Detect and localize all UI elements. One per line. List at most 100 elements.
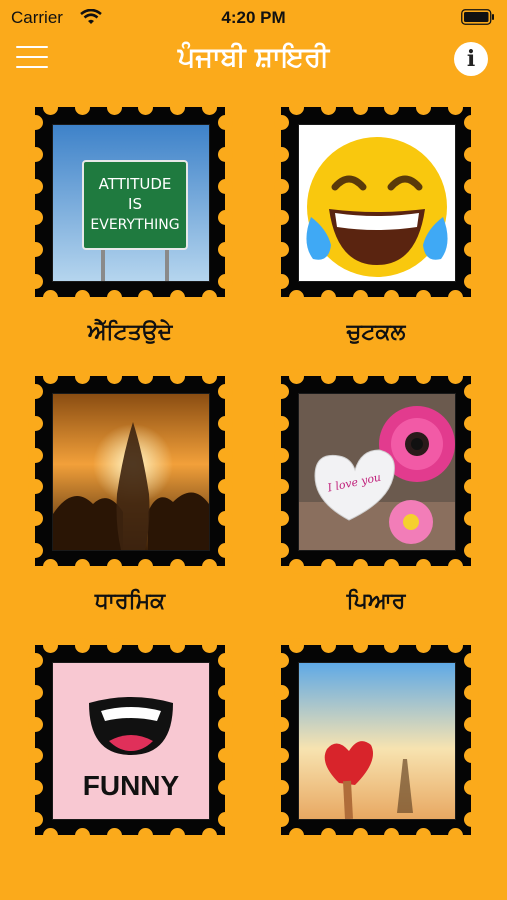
stamp-perforation (106, 558, 122, 574)
stamp-perforation (43, 289, 59, 305)
stamp-perforation (170, 368, 185, 384)
stamp-perforation (463, 780, 479, 795)
stamp-perforation (27, 210, 43, 226)
stamp-perforation (463, 811, 479, 827)
stamp-perforation (27, 542, 43, 558)
stamp-perforation (447, 289, 463, 305)
stamp-perforation (384, 368, 400, 384)
stamp-perforation (273, 685, 289, 700)
stamp-perforation (273, 511, 289, 526)
stamp-perforation (217, 542, 233, 558)
stamp-perforation (27, 811, 43, 827)
stamp-perforation (273, 273, 289, 289)
praying-hands-image (52, 393, 210, 551)
stamp-perforation (201, 827, 217, 843)
stamp-perforation (217, 178, 233, 194)
stamp-frame: I love you (273, 368, 479, 574)
stamp-perforation (352, 99, 368, 115)
stamp-perforation (273, 178, 289, 194)
stamp-perforation (384, 99, 400, 115)
stamp-perforation (463, 210, 479, 226)
status-bar: Carrier 4:20 PM (0, 0, 507, 36)
stamp-perforation (416, 637, 431, 653)
stamp-perforation (273, 542, 289, 558)
stamp-perforation (416, 827, 431, 843)
stamp-perforation (138, 289, 154, 305)
stamp-perforation (352, 827, 368, 843)
funny-text: FUNNY (83, 770, 180, 801)
stamp-perforation (447, 368, 463, 384)
stamp-perforation (217, 479, 233, 495)
stamp-perforation (463, 115, 479, 131)
stamp-frame: FUNNY (27, 637, 233, 843)
stamp-perforation (463, 685, 479, 700)
stamp-perforation (201, 99, 217, 115)
stamp-perforation (27, 780, 43, 795)
stamp-perforation (463, 447, 479, 463)
stamp-perforation (447, 827, 463, 843)
stamp-perforation (106, 827, 122, 843)
stamp-perforation (138, 368, 154, 384)
stamp-perforation (217, 811, 233, 827)
love-heart-flowers-image: I love you (298, 393, 456, 551)
stamp-perforation (138, 99, 154, 115)
stamp-perforation (321, 368, 336, 384)
stamp-perforation (273, 479, 289, 495)
stamp-perforation (463, 273, 479, 289)
stamp-perforation (273, 147, 289, 162)
stamp-perforation (289, 368, 305, 384)
category-label: ਧਾਰਮਿਕ (94, 589, 166, 614)
stamp-perforation (43, 637, 59, 653)
stamp-perforation (384, 827, 400, 843)
stamp-perforation (273, 384, 289, 400)
stamp-perforation (27, 115, 43, 131)
info-button[interactable]: i (454, 42, 488, 76)
stamp-perforation (447, 637, 463, 653)
stamp-perforation (75, 637, 90, 653)
sign-line-1: ATTITUDE (99, 175, 172, 193)
stamp-perforation (463, 242, 479, 257)
stamp-perforation (106, 368, 122, 384)
stamp-perforation (201, 558, 217, 574)
stamp-perforation (27, 447, 43, 463)
stamp-perforation (463, 147, 479, 162)
stamp-perforation (289, 99, 305, 115)
stamp-perforation (27, 242, 43, 257)
stamp-perforation (201, 368, 217, 384)
stamp-perforation (170, 99, 185, 115)
stamp-perforation (75, 368, 90, 384)
stamp-perforation (217, 780, 233, 795)
stamp-perforation (43, 368, 59, 384)
battery-icon (461, 9, 494, 25)
stamp-perforation (217, 115, 233, 131)
stamp-perforation (201, 289, 217, 305)
stamp-perforation (217, 716, 233, 732)
stamp-perforation (170, 289, 185, 305)
stamp-perforation (321, 99, 336, 115)
stamp-perforation (352, 637, 368, 653)
stamp-perforation (416, 558, 431, 574)
stamp-perforation (27, 416, 43, 431)
stamp-frame (27, 368, 233, 574)
stamp-perforation (27, 178, 43, 194)
stamp-perforation (43, 558, 59, 574)
stamp-perforation (463, 542, 479, 558)
stamp-perforation (273, 716, 289, 732)
stamp-perforation (75, 558, 90, 574)
stamp-perforation (463, 748, 479, 764)
stamp-perforation (138, 558, 154, 574)
attitude-sign-image: ATTITUDE IS EVERYTHING (52, 124, 210, 282)
stamp-perforation (217, 210, 233, 226)
navigation-bar: ਪੰਜਾਬੀ ਸ਼ਾਇਰੀ i (0, 36, 507, 86)
stamp-perforation (27, 479, 43, 495)
stamp-perforation (75, 99, 90, 115)
stamp-perforation (217, 511, 233, 526)
stamp-perforation (27, 653, 43, 669)
stamp-perforation (43, 827, 59, 843)
stamp-perforation (106, 99, 122, 115)
stamp-perforation (352, 368, 368, 384)
stamp-perforation (217, 748, 233, 764)
stamp-perforation (27, 147, 43, 162)
stamp-perforation (273, 115, 289, 131)
stamp-perforation (384, 637, 400, 653)
